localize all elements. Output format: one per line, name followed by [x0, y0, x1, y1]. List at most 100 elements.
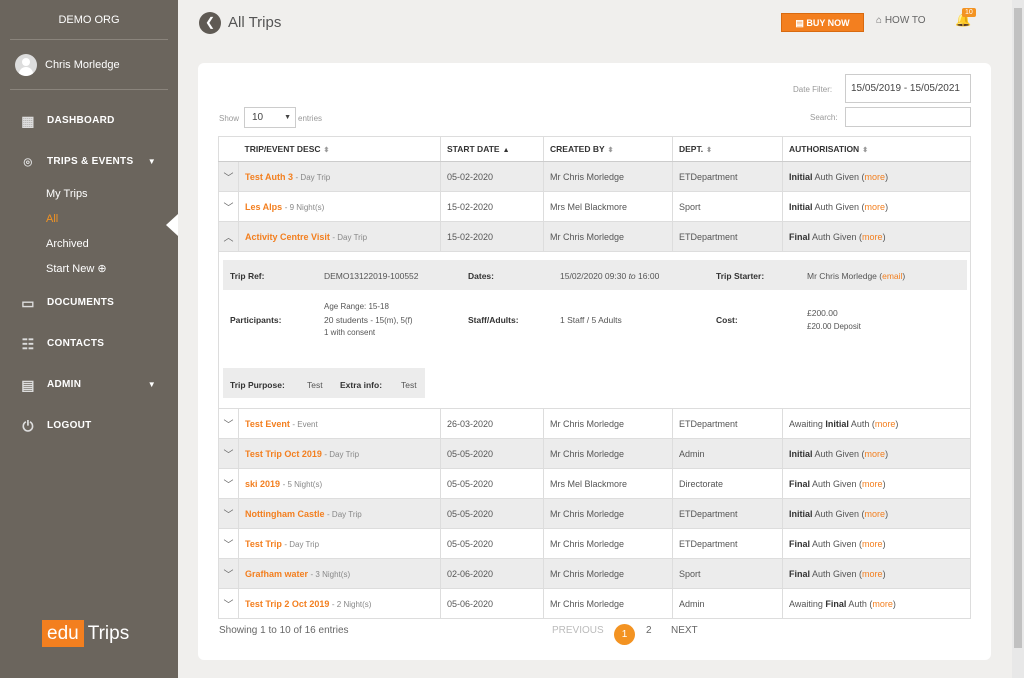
trip-name-link[interactable]: Test Trip 2 Oct 2019 [245, 599, 329, 609]
table-row[interactable]: ﹀ Test Trip - Day Trip 05-05-2020 Mr Chris … [218, 528, 971, 559]
auth-cell: Final Auth Given (more) [782, 221, 971, 252]
chevron-down-icon[interactable]: ﹀ [218, 408, 239, 439]
auth-level: Final [789, 538, 811, 549]
trip-name-link[interactable]: Grafham water [245, 569, 308, 579]
students-split: - 15(m), 5(f) [370, 316, 413, 325]
trip-name-link[interactable]: Test Auth 3 [245, 172, 293, 182]
trip-name-link[interactable]: Activity Centre Visit [245, 232, 330, 242]
students: 20 students [324, 315, 368, 325]
trip-desc-cell[interactable]: Test Trip Oct 2019 - Day Trip [238, 438, 441, 469]
more-link[interactable]: more [865, 202, 886, 212]
sidebar-sub-all[interactable]: All [0, 207, 178, 232]
trip-desc-cell[interactable]: Test Trip - Day Trip [238, 528, 441, 559]
chevron-down-icon[interactable]: ﹀ [218, 558, 239, 589]
chevron-left-icon: ❮ [204, 15, 216, 29]
next-button[interactable]: NEXT [671, 625, 698, 636]
sidebar-sub-archived[interactable]: Archived [0, 232, 178, 257]
chevron-down-icon[interactable]: ﹀ [218, 191, 239, 222]
more-link[interactable]: more [862, 479, 883, 489]
trip-desc-cell[interactable]: Test Event - Event [238, 408, 441, 439]
trip-desc-cell[interactable]: Grafham water - 3 Night(s) [238, 558, 441, 589]
sidebar-item-contacts[interactable]: ☷ CONTACTS [0, 323, 178, 364]
sidebar-item-documents[interactable]: ▭ DOCUMENTS [0, 282, 178, 323]
email-link[interactable]: email [882, 271, 902, 281]
search-label: Search: [810, 113, 838, 122]
dept-cell: Admin [672, 438, 783, 469]
chevron-down-icon[interactable]: ﹀ [218, 588, 239, 619]
more-link[interactable]: more [862, 539, 883, 549]
table-row[interactable]: ﹀ Test Trip Oct 2019 - Day Trip 05-05-2020… [218, 438, 971, 469]
col-start-date[interactable]: START DATE ▲ [440, 136, 544, 162]
more-link[interactable]: more [865, 509, 886, 519]
auth-cell: Initial Auth Given (more) [782, 191, 971, 222]
auth-cell: Initial Auth Given (more) [782, 498, 971, 529]
page-2-button[interactable]: 2 [646, 625, 652, 636]
col-authorisation[interactable]: AUTHORISATION ⬍ [782, 136, 971, 162]
chevron-down-icon[interactable]: ﹀ [218, 161, 239, 192]
trip-name-link[interactable]: Test Event [245, 419, 290, 429]
buy-now-button[interactable]: ▤ BUY NOW [781, 13, 864, 32]
sidebar-item-trips[interactable]: ⌾ TRIPS & EVENTS ▼ [0, 141, 178, 182]
created-by-cell: Mr Chris Morledge [543, 558, 673, 589]
sidebar-item-dashboard[interactable]: ▦ DASHBOARD [0, 100, 178, 141]
back-button[interactable]: ❮ [199, 12, 221, 34]
more-link[interactable]: more [862, 569, 883, 579]
user-profile[interactable]: Chris Morledge [10, 40, 168, 90]
col-label: AUTHORISATION [789, 144, 860, 154]
col-dept[interactable]: DEPT. ⬍ [672, 136, 783, 162]
more-link[interactable]: more [865, 172, 886, 182]
sidebar-sub-my-trips[interactable]: My Trips [0, 182, 178, 207]
date-filter-input[interactable]: 15/05/2019 - 15/05/2021 [845, 74, 971, 103]
trip-name-link[interactable]: Les Alps [245, 202, 282, 212]
trip-desc-cell[interactable]: Activity Centre Visit - Day Trip [238, 221, 441, 252]
page-1-button[interactable]: 1 [614, 624, 635, 645]
clipboard-icon: ▤ [21, 376, 35, 393]
start-new-label: Start New [46, 263, 95, 275]
table-row[interactable]: ﹀ ski 2019 - 5 Night(s) 05-05-2020 Mrs Mel … [218, 468, 971, 499]
sidebar-item-logout[interactable]: ⏻ LOGOUT [0, 405, 178, 446]
trip-name-link[interactable]: Test Trip Oct 2019 [245, 449, 322, 459]
chevron-down-icon[interactable]: ﹀ [218, 528, 239, 559]
trip-desc-cell[interactable]: Test Auth 3 - Day Trip [238, 161, 441, 192]
table-row[interactable]: ﹀ Test Trip 2 Oct 2019 - 2 Night(s) 05-06-… [218, 588, 971, 619]
trip-desc-cell[interactable]: Test Trip 2 Oct 2019 - 2 Night(s) [238, 588, 441, 619]
more-link[interactable]: more [875, 419, 896, 429]
table-row[interactable]: ﹀ Les Alps - 9 Night(s) 15-02-2020 Mrs Mel … [218, 191, 971, 222]
created-by-cell: Mr Chris Morledge [543, 588, 673, 619]
scrollbar-thumb[interactable] [1014, 8, 1022, 648]
start-date-cell: 05-05-2020 [440, 498, 544, 529]
table-row[interactable]: ︿ Activity Centre Visit - Day Trip 15-02-2… [218, 221, 971, 252]
sidebar-item-admin[interactable]: ▤ ADMIN ▼ [0, 364, 178, 405]
sort-icon: ⬍ [862, 147, 869, 154]
trip-desc-cell[interactable]: Les Alps - 9 Night(s) [238, 191, 441, 222]
table-row[interactable]: ﹀ Nottingham Castle - Day Trip 05-05-2020 M… [218, 498, 971, 529]
trip-name-link[interactable]: Test Trip [245, 539, 282, 549]
chevron-up-icon[interactable]: ︿ [218, 221, 239, 252]
chevron-down-icon[interactable]: ﹀ [218, 468, 239, 499]
sidebar-sub-start-new[interactable]: Start New ⊕ [0, 257, 178, 282]
auth-cell: Initial Auth Given (more) [782, 438, 971, 469]
chevron-down-icon[interactable]: ﹀ [218, 498, 239, 529]
sort-icon: ⬍ [607, 147, 614, 154]
more-link[interactable]: more [872, 599, 893, 609]
scrollbar[interactable] [1012, 0, 1024, 678]
table-row[interactable]: ﹀ Test Auth 3 - Day Trip 05-02-2020 Mr Chri… [218, 161, 971, 192]
trip-type: - Day Trip [324, 449, 360, 459]
trip-name-link[interactable]: Nottingham Castle [245, 509, 325, 519]
trip-desc-cell[interactable]: ski 2019 - 5 Night(s) [238, 468, 441, 499]
col-trip-desc[interactable]: TRIP/EVENT DESC ⬍ [238, 136, 441, 162]
how-to-link[interactable]: ⌂ HOW TO [876, 15, 926, 26]
col-created-by[interactable]: CREATED BY ⬍ [543, 136, 673, 162]
trip-name-link[interactable]: ski 2019 [245, 479, 280, 489]
auth-level: Initial [789, 448, 813, 459]
table-row[interactable]: ﹀ Test Event - Event 26-03-2020 Mr Chris Mo… [218, 408, 971, 439]
more-link[interactable]: more [862, 232, 883, 242]
search-input[interactable] [845, 107, 971, 127]
entries-select[interactable]: 10 ▼ [244, 107, 296, 128]
trip-desc-cell[interactable]: Nottingham Castle - Day Trip [238, 498, 441, 529]
chevron-down-icon[interactable]: ﹀ [218, 438, 239, 469]
previous-button[interactable]: PREVIOUS [552, 625, 604, 636]
table-row[interactable]: ﹀ Grafham water - 3 Night(s) 02-06-2020 Mr … [218, 558, 971, 589]
more-link[interactable]: more [865, 449, 886, 459]
sidebar-item-label: TRIPS & EVENTS [47, 156, 134, 167]
